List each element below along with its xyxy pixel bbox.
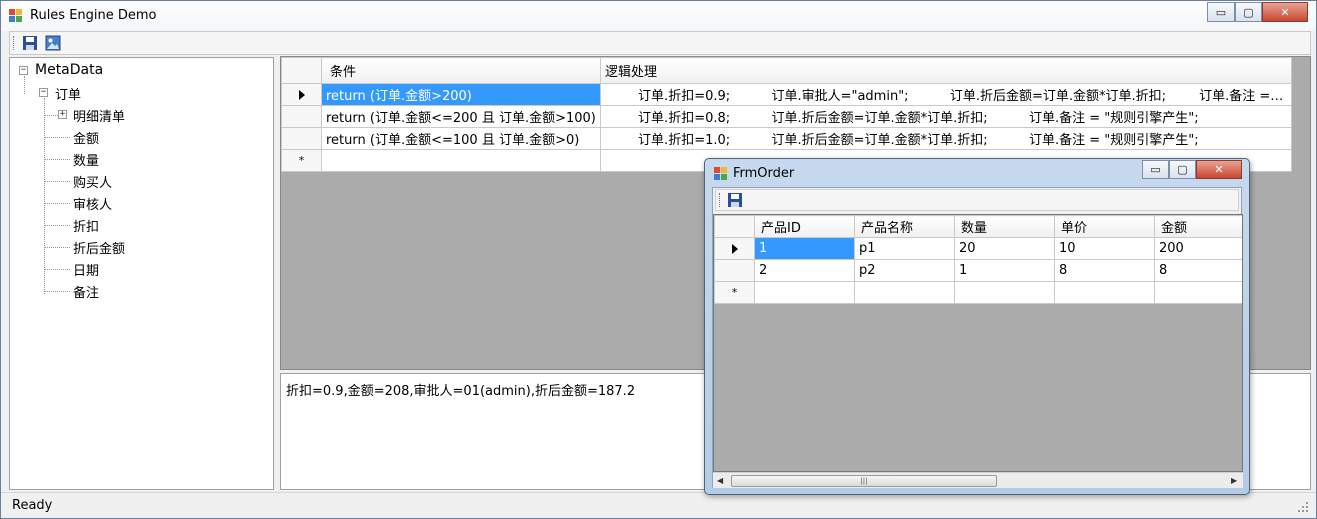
row-header[interactable] <box>281 83 322 106</box>
title-bar[interactable]: Rules Engine Demo ▭ ▢ ✕ <box>1 1 1316 31</box>
table-row[interactable]: 1 p1 20 10 200 <box>714 237 1242 260</box>
app-icon <box>9 9 23 23</box>
expand-toggle-detail[interactable]: + <box>58 110 67 119</box>
expand-toggle-order[interactable]: − <box>39 88 48 97</box>
status-text: Ready <box>12 498 53 513</box>
tree-node-detail-list[interactable]: 明细清单 <box>73 106 125 125</box>
row-header[interactable] <box>281 127 322 150</box>
column-header-product-name[interactable]: 产品名称 <box>854 215 955 238</box>
cell-condition[interactable]: return (订单.金额>200) <box>321 83 601 106</box>
column-header-logic[interactable]: 逻辑处理 <box>600 57 1292 84</box>
cell-amount[interactable] <box>1154 281 1242 304</box>
scroll-thumb[interactable]: ||| <box>731 475 997 487</box>
order-grid: 产品ID 产品名称 数量 单价 金额 1 p1 20 10 200 2 p2 1… <box>714 215 1242 304</box>
child-client-area: 产品ID 产品名称 数量 单价 金额 1 p1 20 10 200 2 p2 1… <box>712 187 1243 488</box>
cell-condition[interactable] <box>321 149 601 172</box>
tree-node-order[interactable]: 订单 <box>55 84 81 103</box>
picture-icon[interactable] <box>44 34 62 52</box>
tree-node-reviewer[interactable]: 审核人 <box>73 194 112 213</box>
new-row-marker[interactable]: * <box>714 281 755 304</box>
cell-amount[interactable]: 200 <box>1154 237 1242 260</box>
cell-quantity[interactable]: 1 <box>954 259 1055 282</box>
save-icon[interactable] <box>726 191 744 209</box>
row-header[interactable] <box>714 237 755 260</box>
new-row-marker[interactable]: * <box>281 149 322 172</box>
child-close-button[interactable]: ✕ <box>1196 160 1242 179</box>
table-row[interactable]: return (订单.金额<=200 且 订单.金额>100) 订单.折扣=0.… <box>281 105 1292 128</box>
rules-grid: 条件 逻辑处理 return (订单.金额>200) 订单.折扣=0.9; 订单… <box>281 57 1292 172</box>
row-header[interactable] <box>714 259 755 282</box>
maximize-button[interactable]: ▢ <box>1235 2 1262 22</box>
column-header-quantity[interactable]: 数量 <box>954 215 1055 238</box>
tree-node-date[interactable]: 日期 <box>73 260 99 279</box>
cell-amount[interactable]: 8 <box>1154 259 1242 282</box>
tree-node-quantity[interactable]: 数量 <box>73 150 99 169</box>
scroll-left-icon[interactable]: ◀ <box>717 476 723 485</box>
window-controls: ▭ ▢ ✕ <box>1207 2 1308 22</box>
column-header-product-id[interactable]: 产品ID <box>754 215 855 238</box>
child-maximize-button[interactable]: ▢ <box>1169 160 1196 179</box>
toolbar-grip[interactable] <box>13 36 15 50</box>
cell-condition[interactable]: return (订单.金额<=100 且 订单.金额>0) <box>321 127 601 150</box>
close-button[interactable]: ✕ <box>1262 2 1308 22</box>
cell-unit-price[interactable]: 8 <box>1054 259 1155 282</box>
grid-corner[interactable] <box>714 215 755 238</box>
table-row[interactable]: return (订单.金额<=100 且 订单.金额>0) 订单.折扣=1.0;… <box>281 127 1292 150</box>
tree-node-metadata[interactable]: MetaData <box>35 62 103 78</box>
cell-logic[interactable]: 订单.折扣=0.8; 订单.折后金额=订单.金额*订单.折扣; 订单.备注 = … <box>600 105 1292 128</box>
child-minimize-button[interactable]: ▭ <box>1142 160 1169 179</box>
cell-logic[interactable]: 订单.折扣=1.0; 订单.折后金额=订单.金额*订单.折扣; 订单.备注 = … <box>600 127 1292 150</box>
current-row-icon <box>731 243 738 254</box>
expand-toggle-metadata[interactable]: − <box>19 66 28 75</box>
child-window-controls: ▭ ▢ ✕ <box>1142 160 1242 179</box>
tree-node-amount[interactable]: 金额 <box>73 128 99 147</box>
column-header-condition[interactable]: 条件 <box>321 57 601 84</box>
tree-node-remark[interactable]: 备注 <box>73 282 99 301</box>
new-row[interactable]: * <box>714 281 1242 304</box>
cell-product-name[interactable]: p1 <box>854 237 955 260</box>
child-toolbar <box>715 189 1239 211</box>
row-header[interactable] <box>281 105 322 128</box>
cell-unit-price[interactable] <box>1054 281 1155 304</box>
horizontal-scrollbar[interactable]: ◀ ||| ▶ <box>713 472 1243 488</box>
table-row[interactable]: return (订单.金额>200) 订单.折扣=0.9; 订单.审批人="ad… <box>281 83 1292 106</box>
frm-order-window: FrmOrder ▭ ▢ ✕ 产品ID 产品名称 数量 单价 金额 1 p1 2… <box>704 158 1250 495</box>
current-row-icon <box>298 89 305 100</box>
cell-product-id[interactable]: 2 <box>754 259 855 282</box>
minimize-button[interactable]: ▭ <box>1207 2 1235 22</box>
child-window-title: FrmOrder <box>733 166 795 181</box>
child-toolbar-grip[interactable] <box>719 193 721 207</box>
cell-product-name[interactable] <box>854 281 955 304</box>
toolbar <box>9 31 1311 55</box>
resize-grip-icon[interactable] <box>1297 501 1309 513</box>
table-row[interactable]: 2 p2 1 8 8 <box>714 259 1242 282</box>
order-grid-area: 产品ID 产品名称 数量 单价 金额 1 p1 20 10 200 2 p2 1… <box>713 214 1243 472</box>
cell-product-id[interactable]: 1 <box>754 237 855 260</box>
tree-node-discounted-amount[interactable]: 折后金额 <box>73 238 125 257</box>
cell-unit-price[interactable]: 10 <box>1054 237 1155 260</box>
tree-node-discount[interactable]: 折扣 <box>73 216 99 235</box>
cell-condition[interactable]: return (订单.金额<=200 且 订单.金额>100) <box>321 105 601 128</box>
cell-product-id[interactable] <box>754 281 855 304</box>
status-bar: Ready <box>1 492 1316 518</box>
save-icon[interactable] <box>21 34 39 52</box>
grid-corner[interactable] <box>281 57 322 84</box>
child-app-icon <box>714 167 728 181</box>
cell-logic[interactable]: 订单.折扣=0.9; 订单.审批人="admin"; 订单.折后金额=订单.金额… <box>600 83 1292 106</box>
cell-quantity[interactable] <box>954 281 1055 304</box>
metadata-tree: − MetaData − 订单 + 明细清单 金额 数量 购买人 审核人 折扣 … <box>9 57 274 490</box>
scroll-right-icon[interactable]: ▶ <box>1231 476 1237 485</box>
window-title: Rules Engine Demo <box>30 8 157 23</box>
tree-node-buyer[interactable]: 购买人 <box>73 172 112 191</box>
column-header-amount[interactable]: 金额 <box>1154 215 1242 238</box>
cell-product-name[interactable]: p2 <box>854 259 955 282</box>
column-header-unit-price[interactable]: 单价 <box>1054 215 1155 238</box>
result-text: 折扣=0.9,金额=208,审批人=01(admin),折后金额=187.2 <box>286 384 636 399</box>
child-title-bar[interactable]: FrmOrder ▭ ▢ ✕ <box>705 159 1249 187</box>
cell-quantity[interactable]: 20 <box>954 237 1055 260</box>
